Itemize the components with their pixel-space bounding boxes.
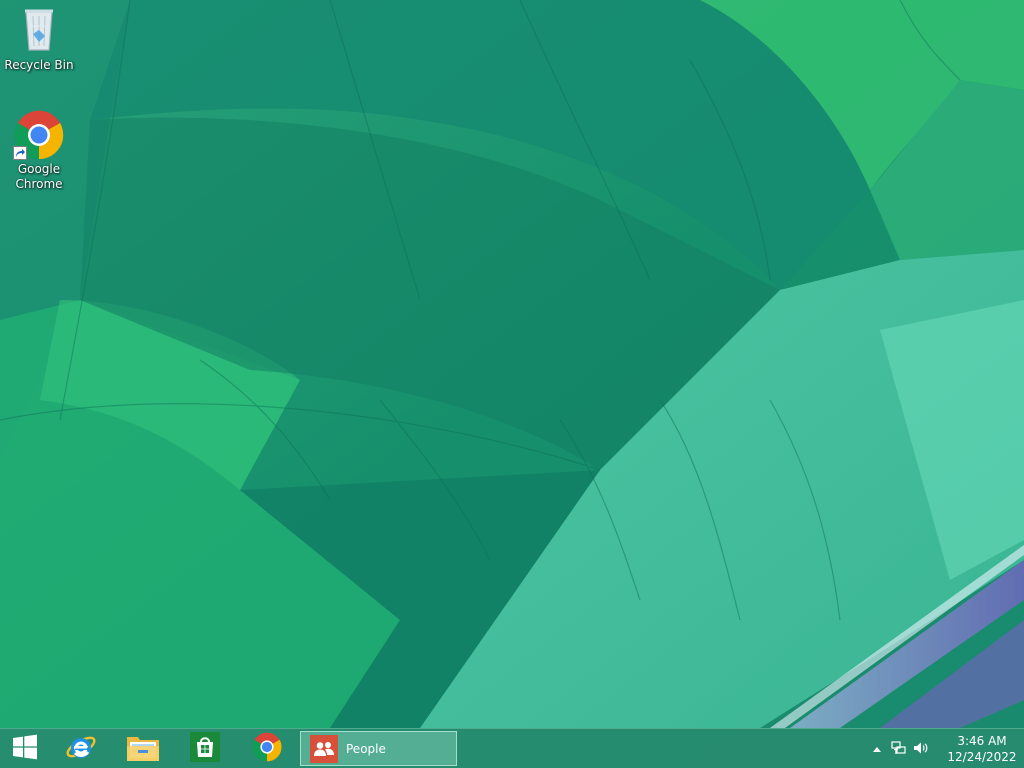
clock-date: 12/24/2022 — [947, 750, 1017, 764]
speaker-icon — [913, 741, 929, 758]
chevron-up-icon — [873, 744, 881, 755]
shortcut-arrow-icon — [13, 146, 27, 160]
taskbar-chrome[interactable] — [238, 729, 296, 768]
desktop: Recycle Bin Google Chrome People 3:46 AM… — [0, 0, 1024, 768]
taskbar: People 3:46 AM 12/24/2022 — [0, 728, 1024, 768]
desktop-icon-google-chrome[interactable]: Google Chrome — [1, 110, 77, 192]
taskbar-file-explorer[interactable] — [114, 729, 172, 768]
chrome-label-line1: Google — [17, 162, 61, 176]
chrome-icon — [252, 732, 282, 766]
taskbar-internet-explorer[interactable] — [52, 729, 110, 768]
volume-button[interactable] — [910, 729, 932, 768]
clock-time: 3:46 AM — [957, 734, 1007, 748]
taskbar-people-app[interactable]: People — [300, 731, 457, 766]
desktop-icon-recycle-bin[interactable]: Recycle Bin — [1, 6, 77, 73]
network-button[interactable] — [888, 729, 910, 768]
recycle-bin-icon — [1, 6, 77, 56]
chrome-label-line2: Chrome — [15, 177, 63, 191]
people-app-label: People — [346, 741, 386, 756]
network-icon — [891, 740, 907, 758]
system-tray: 3:46 AM 12/24/2022 — [866, 729, 1024, 768]
clock[interactable]: 3:46 AM 12/24/2022 — [942, 733, 1022, 765]
people-icon — [310, 734, 338, 763]
chrome-icon — [13, 110, 64, 160]
internet-explorer-icon — [65, 731, 97, 767]
recycle-bin-label: Recycle Bin — [4, 58, 74, 72]
wallpaper — [0, 0, 1024, 768]
windows-logo-icon — [12, 734, 38, 764]
show-hidden-icons-button[interactable] — [866, 729, 888, 768]
taskbar-store[interactable] — [176, 729, 234, 768]
start-button[interactable] — [0, 729, 50, 768]
store-icon — [190, 732, 220, 766]
folder-icon — [126, 732, 160, 766]
